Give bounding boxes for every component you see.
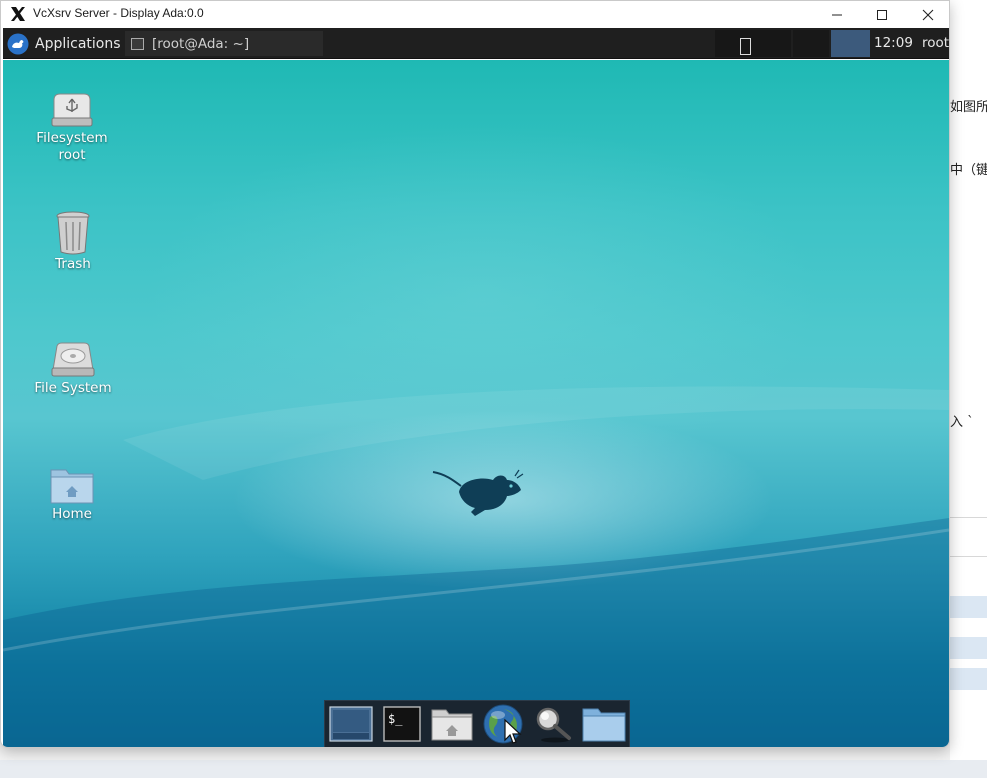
hard-disk-icon bbox=[51, 342, 95, 377]
trash-icon bbox=[56, 211, 90, 255]
applications-label: Applications bbox=[35, 35, 121, 52]
window-preview-icon bbox=[740, 38, 751, 55]
minimize-icon bbox=[832, 14, 842, 15]
desktop-icon bbox=[329, 706, 373, 742]
maximize-icon bbox=[877, 9, 887, 20]
mouse-pointer-icon bbox=[504, 718, 522, 744]
vcxsrv-window: VcXsrv Server - Display Ada:0.0 Applicat… bbox=[0, 0, 950, 748]
user-menu[interactable]: root bbox=[922, 35, 949, 51]
taskbar-window-button[interactable]: [root@Ada: ~] bbox=[125, 31, 323, 56]
desktop-icon-label: Home bbox=[52, 506, 92, 522]
applications-menu-button[interactable]: Applications bbox=[3, 28, 121, 59]
xfce-mouse-logo-icon bbox=[432, 469, 524, 516]
host-highlight-band bbox=[950, 668, 987, 690]
usb-drive-icon bbox=[51, 93, 93, 127]
close-button[interactable] bbox=[905, 1, 949, 28]
x-logo-icon bbox=[11, 7, 25, 21]
dock-file-manager[interactable] bbox=[427, 702, 477, 746]
home-folder-icon bbox=[50, 469, 94, 504]
home-folder-icon bbox=[431, 709, 473, 741]
workspace-1[interactable] bbox=[715, 30, 791, 57]
host-highlight-band bbox=[950, 596, 987, 618]
host-highlight-band bbox=[950, 637, 987, 659]
host-text-fragment: 如图所 bbox=[950, 100, 987, 115]
host-page-background: 如图所 中（键 入 ` bbox=[950, 0, 987, 778]
minimize-button[interactable] bbox=[814, 1, 860, 28]
desktop[interactable]: Filesystem root Trash File System Home $… bbox=[3, 60, 949, 747]
desktop-icon-label: File System bbox=[34, 380, 112, 396]
desktop-icon-file-system[interactable]: File System bbox=[28, 340, 118, 397]
desktop-icon-label: root bbox=[58, 147, 86, 163]
terminal-icon bbox=[131, 37, 144, 50]
bottom-dock: $_ bbox=[324, 700, 630, 747]
host-text-fragment: 中（键 bbox=[950, 163, 987, 178]
desktop-icon-home[interactable]: Home bbox=[27, 466, 117, 523]
close-icon bbox=[922, 9, 934, 20]
window-titlebar[interactable]: VcXsrv Server - Display Ada:0.0 bbox=[1, 1, 949, 28]
dock-terminal[interactable]: $_ bbox=[377, 702, 427, 746]
wallpaper-wave bbox=[3, 386, 949, 747]
taskbar-window-label: [root@Ada: ~] bbox=[152, 35, 250, 52]
workspace-active[interactable] bbox=[831, 30, 870, 57]
window-title: VcXsrv Server - Display Ada:0.0 bbox=[33, 6, 204, 20]
desktop-icon-filesystem-root[interactable]: Filesystem root bbox=[27, 90, 117, 164]
host-bottom-strip bbox=[0, 760, 987, 778]
host-divider bbox=[950, 556, 987, 557]
top-panel: Applications [root@Ada: ~] 12:09 root bbox=[3, 28, 949, 59]
folder-icon bbox=[582, 708, 626, 742]
dock-folder[interactable] bbox=[579, 702, 629, 746]
clock[interactable]: 12:09 bbox=[874, 35, 913, 51]
terminal-prompt-glyph: $_ bbox=[388, 712, 403, 726]
dock-app-finder[interactable] bbox=[529, 702, 579, 746]
desktop-icon-label: Filesystem bbox=[36, 130, 108, 146]
desktop-icon-trash[interactable]: Trash bbox=[28, 210, 118, 273]
magnifier-icon bbox=[536, 707, 571, 743]
maximize-button[interactable] bbox=[859, 1, 905, 28]
host-text-fragment: 入 ` bbox=[950, 415, 974, 430]
host-divider bbox=[950, 517, 987, 518]
dock-show-desktop[interactable] bbox=[326, 702, 376, 746]
workspace-2[interactable] bbox=[793, 30, 829, 57]
terminal-icon: $_ bbox=[382, 706, 421, 742]
desktop-icon-label: Trash bbox=[55, 256, 91, 272]
xfce-mouse-icon bbox=[7, 33, 29, 54]
